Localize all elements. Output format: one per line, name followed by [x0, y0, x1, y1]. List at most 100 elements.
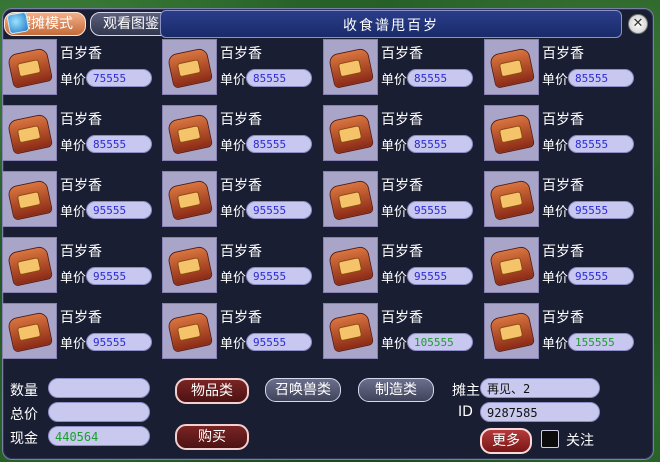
item-thumbnail[interactable] — [162, 39, 217, 95]
item-thumbnail[interactable] — [2, 171, 57, 227]
owner-label: 摊主 — [452, 383, 480, 399]
unit-price-label: 单价 — [381, 337, 408, 352]
unit-price-value: 95555 — [246, 333, 312, 351]
item-thumbnail[interactable] — [323, 105, 378, 161]
item-thumbnail[interactable] — [2, 105, 57, 161]
item-name: 百岁香 — [542, 244, 584, 260]
stall-mode-icon — [6, 11, 30, 35]
unit-price-label: 单价 — [220, 139, 247, 154]
treasure-chest-icon — [8, 312, 52, 352]
item-slot[interactable]: 百岁香 单价 85555 — [323, 39, 483, 101]
item-name: 百岁香 — [60, 112, 102, 128]
unit-price-label: 单价 — [220, 73, 247, 88]
item-thumbnail[interactable] — [323, 39, 378, 95]
item-thumbnail[interactable] — [162, 105, 217, 161]
close-icon[interactable]: ✕ — [628, 14, 648, 34]
quantity-input[interactable] — [48, 378, 150, 398]
item-thumbnail[interactable] — [323, 171, 378, 227]
unit-price-label: 单价 — [381, 73, 408, 88]
item-slot[interactable]: 百岁香 单价 95555 — [162, 171, 322, 233]
item-slot[interactable]: 百岁香 单价 85555 — [162, 39, 322, 101]
item-slot[interactable]: 百岁香 单价 95555 — [484, 237, 644, 299]
item-slot[interactable]: 百岁香 单价 95555 — [323, 171, 483, 233]
unit-price-label: 单价 — [60, 139, 87, 154]
item-slot[interactable]: 百岁香单价 85555 — [484, 39, 644, 101]
total-price-label: 总价 — [10, 407, 38, 423]
item-thumbnail[interactable] — [2, 39, 57, 95]
item-thumbnail[interactable] — [162, 237, 217, 293]
unit-price-value: 85555 — [568, 69, 634, 87]
item-thumbnail[interactable] — [162, 303, 217, 359]
item-slot[interactable]: 百岁香 单价 95555 — [323, 237, 483, 299]
item-thumbnail[interactable] — [484, 303, 539, 359]
unit-price-value: 85555 — [246, 69, 312, 87]
item-thumbnail[interactable] — [2, 303, 57, 359]
item-name: 百岁香 — [60, 178, 102, 194]
treasure-chest-icon — [490, 180, 534, 220]
items-category-button[interactable]: 物品类 — [175, 378, 249, 404]
item-thumbnail[interactable] — [162, 171, 217, 227]
buy-button[interactable]: 购买 — [175, 424, 249, 450]
follow-label: 关注 — [566, 433, 594, 449]
item-name: 百岁香 — [542, 46, 584, 62]
id-field: 9287585 — [480, 402, 600, 422]
item-slot[interactable]: 百岁香 单价 155555 — [484, 303, 644, 365]
unit-price-value: 95555 — [86, 201, 152, 219]
cash-label: 现金 — [10, 431, 38, 447]
unit-price-value: 95555 — [246, 267, 312, 285]
pets-category-button[interactable]: 召唤兽类 — [265, 378, 341, 402]
item-thumbnail[interactable] — [484, 171, 539, 227]
unit-price-value: 85555 — [568, 135, 634, 153]
item-slot[interactable]: 百岁香 单价 95555 — [162, 237, 322, 299]
item-slot[interactable]: 百岁香单价 85555 — [2, 105, 162, 167]
unit-price-value: 75555 — [86, 69, 152, 87]
item-name: 百岁香 — [542, 112, 584, 128]
item-thumbnail[interactable] — [323, 303, 378, 359]
owner-field: 再见、2 — [480, 378, 600, 398]
unit-price-value: 85555 — [86, 135, 152, 153]
unit-price-label: 单价 — [220, 337, 247, 352]
item-name: 百岁香 — [60, 310, 102, 326]
unit-price-label: 单价 — [60, 73, 87, 88]
item-name: 百岁香 — [220, 112, 262, 128]
item-slot[interactable]: 百岁香 单价 95555 — [2, 303, 162, 365]
treasure-chest-icon — [8, 180, 52, 220]
unit-price-label: 单价 — [381, 271, 408, 286]
unit-price-value: 85555 — [407, 135, 473, 153]
quantity-label: 数量 — [10, 383, 38, 399]
item-name: 百岁香 — [381, 46, 423, 62]
treasure-chest-icon — [168, 312, 212, 352]
item-name: 百岁香 — [381, 244, 423, 260]
item-name: 百岁香 — [542, 310, 584, 326]
unit-price-label: 单价 — [542, 73, 569, 88]
item-thumbnail[interactable] — [484, 39, 539, 95]
item-slot[interactable]: 百岁香 单价 75555 — [2, 39, 162, 101]
unit-price-label: 单价 — [381, 139, 408, 154]
item-slot[interactable]: 百岁香 单价 85555 — [484, 105, 644, 167]
crafting-category-button[interactable]: 制造类 — [358, 378, 434, 402]
unit-price-label: 单价 — [220, 205, 247, 220]
item-thumbnail[interactable] — [2, 237, 57, 293]
buy-button-label: 购买 — [198, 429, 226, 445]
item-slot[interactable]: 百岁香 单价 95555 — [162, 303, 322, 365]
follow-checkbox[interactable] — [541, 430, 559, 448]
item-thumbnail[interactable] — [484, 105, 539, 161]
item-slot[interactable]: 百岁香 单价 85555 — [162, 105, 322, 167]
treasure-chest-icon — [329, 114, 373, 154]
item-name: 百岁香 — [542, 178, 584, 194]
id-label: ID — [458, 404, 473, 420]
treasure-chest-icon — [168, 48, 212, 88]
crafting-category-label: 制造类 — [375, 382, 417, 398]
item-slot[interactable]: 百岁香 单价 95555 — [484, 171, 644, 233]
item-slot[interactable]: 百岁香 单价 95555 — [2, 237, 162, 299]
item-name: 百岁香 — [60, 244, 102, 260]
item-slot[interactable]: 百岁香 单价 85555 — [323, 105, 483, 167]
item-thumbnail[interactable] — [484, 237, 539, 293]
item-name: 百岁香 — [220, 178, 262, 194]
more-button[interactable]: 更多 — [480, 428, 532, 454]
treasure-chest-icon — [168, 114, 212, 154]
item-slot[interactable]: 百岁香 单价 105555 — [323, 303, 483, 365]
item-slot[interactable]: 百岁香 单价 95555 — [2, 171, 162, 233]
unit-price-label: 单价 — [220, 271, 247, 286]
item-thumbnail[interactable] — [323, 237, 378, 293]
